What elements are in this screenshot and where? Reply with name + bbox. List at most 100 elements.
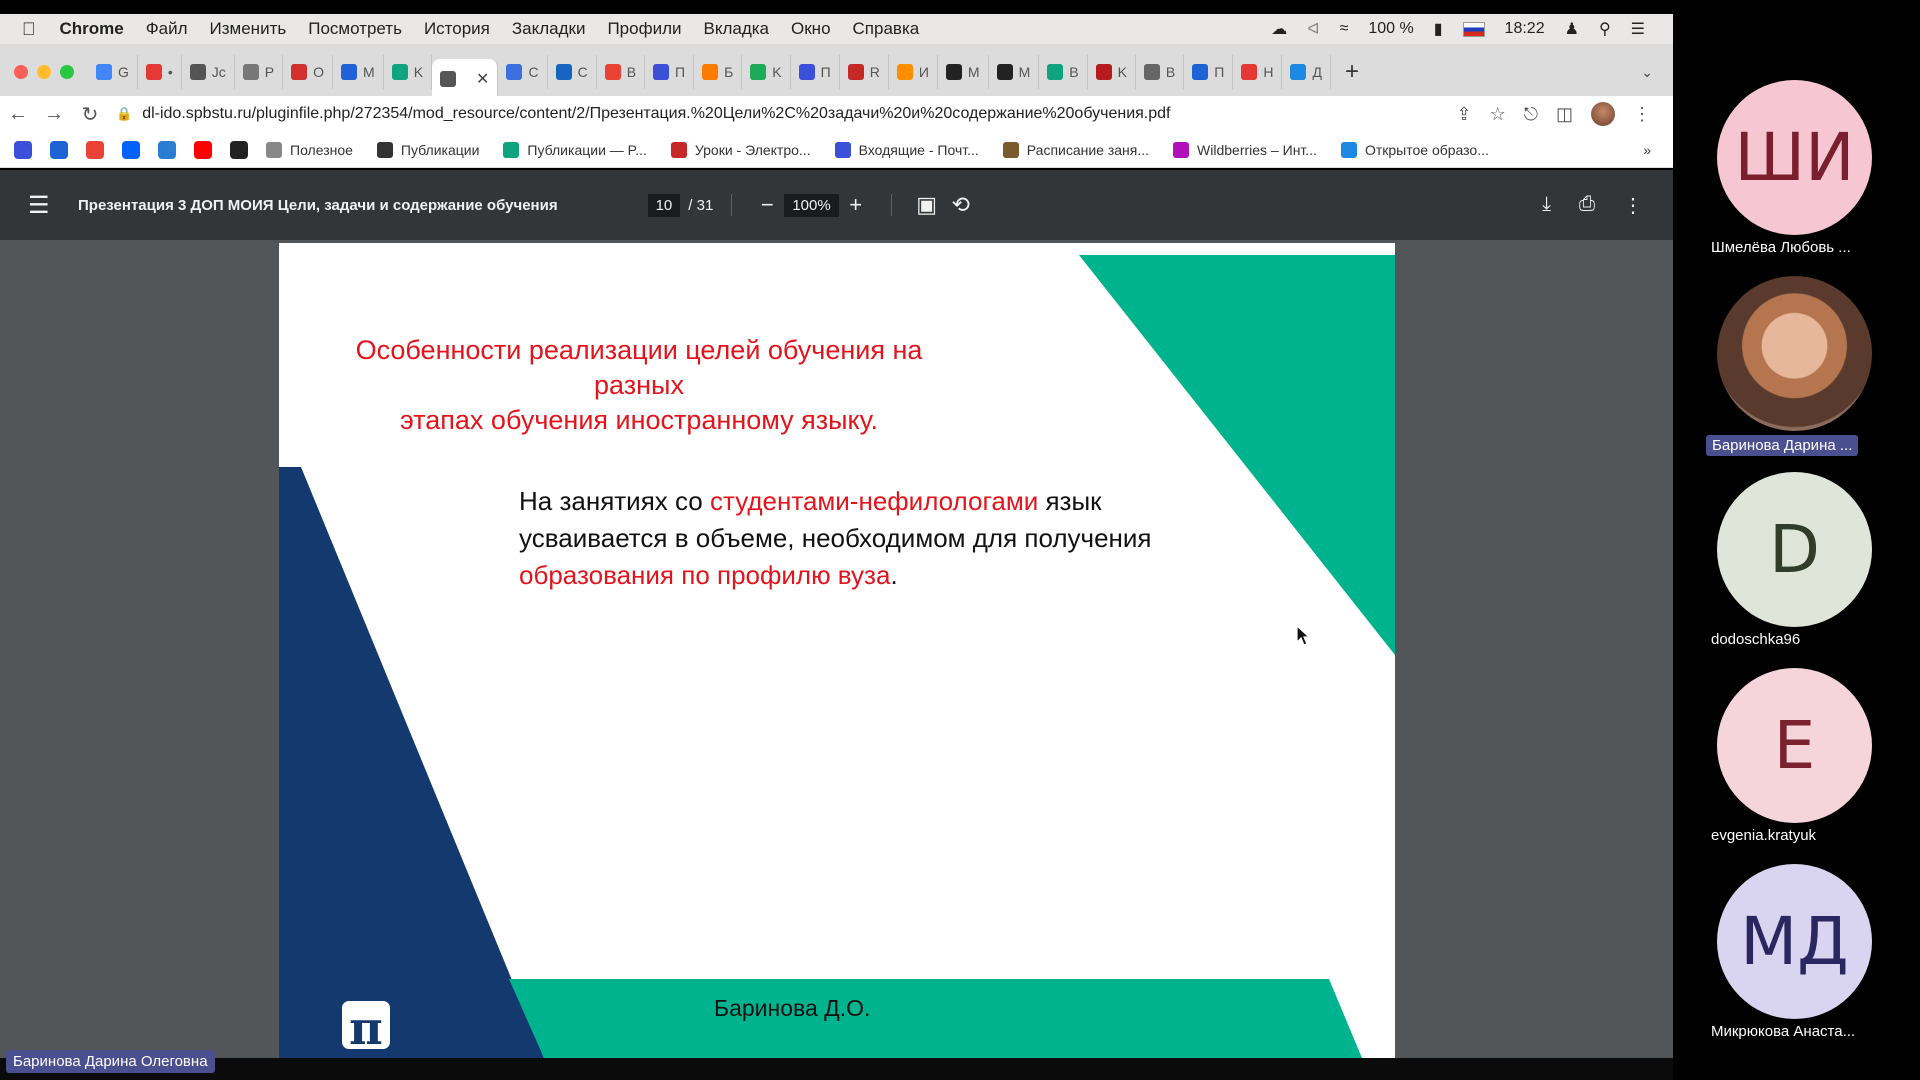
menu-profiles[interactable]: Профили [607, 19, 681, 39]
zoom-window-button[interactable] [60, 65, 74, 79]
browser-tab[interactable]: B [1039, 55, 1088, 89]
bookmark-item[interactable]: Расписание заня... [1002, 141, 1149, 158]
download-icon[interactable]: ⤓ [1542, 193, 1551, 218]
browser-tab[interactable]: M [333, 55, 384, 89]
menu-edit[interactable]: Изменить [210, 19, 287, 39]
battery-text[interactable]: 100 % [1368, 20, 1413, 38]
back-arrow-icon[interactable]: ← [0, 103, 36, 126]
body-highlight-1: студентами-нефилологами [710, 486, 1039, 516]
tab-favicon-icon [291, 64, 308, 80]
browser-tab[interactable]: C [498, 55, 548, 89]
toolbar-divider [731, 194, 733, 216]
rotate-icon[interactable]: ⟲ [944, 192, 978, 218]
browser-tab[interactable]: B [597, 55, 646, 89]
user-icon[interactable]: ♟ [1565, 19, 1579, 39]
bookmarks-overflow-icon[interactable]: » [1643, 142, 1651, 158]
close-window-button[interactable] [14, 65, 28, 79]
lock-icon[interactable]: 🔒 [116, 106, 132, 122]
participant-tile[interactable]: Eevgenia.kratyuk [1673, 658, 1920, 854]
reload-icon[interactable]: ↻ [72, 102, 108, 127]
menu-help[interactable]: Справка [853, 19, 920, 39]
browser-tab[interactable]: Б [694, 55, 743, 89]
browser-tab[interactable]: П [645, 55, 695, 89]
tab-active[interactable]: ✕ [432, 59, 499, 99]
browser-tab[interactable]: • [138, 55, 182, 89]
browser-tab[interactable]: M [938, 55, 989, 89]
browser-tab[interactable]: Д [1282, 55, 1331, 89]
extensions-puzzle-icon[interactable]: ⎋ [1524, 104, 1538, 125]
spotlight-search-icon[interactable]: ⚲ [1599, 19, 1611, 39]
browser-tab[interactable]: M [989, 55, 1040, 89]
bookmark-item[interactable]: Открытое образо... [1340, 141, 1489, 158]
menu-bookmarks[interactable]: Закладки [512, 19, 586, 39]
menu-tab[interactable]: Вкладка [703, 19, 769, 39]
active-speaker-label: Баринова Дарина Олеговна [6, 1050, 215, 1073]
bluetooth-icon[interactable]: ᐊ [1307, 19, 1319, 39]
pdf-viewer-area[interactable]: Особенности реализации целей обучения на… [0, 240, 1673, 1058]
wifi-icon[interactable]: ≈ [1340, 20, 1349, 38]
zoom-in-button[interactable]: + [839, 192, 873, 218]
browser-tab[interactable]: K [1088, 55, 1136, 89]
bookmark-item[interactable]: Полезное [266, 141, 353, 158]
profile-avatar[interactable] [1591, 102, 1615, 126]
zoom-out-button[interactable]: − [750, 192, 784, 218]
clock[interactable]: 18:22 [1505, 20, 1545, 38]
fit-to-page-icon[interactable]: ▣ [910, 192, 944, 218]
pdf-more-icon[interactable]: ⋮ [1623, 193, 1643, 218]
cloud-icon[interactable]: ☁ [1271, 19, 1287, 39]
browser-tab[interactable]: Jc [182, 55, 235, 89]
menu-history[interactable]: История [424, 19, 490, 39]
new-tab-button[interactable]: + [1345, 58, 1359, 86]
browser-tab[interactable]: И [889, 55, 938, 89]
participant-tile[interactable]: ШИ Шмелёва Любовь ... [1673, 70, 1920, 266]
participant-tile[interactable]: Ddodoschka96 [1673, 462, 1920, 658]
browser-tab[interactable]: H [1233, 55, 1283, 89]
url-input[interactable]: 🔒 dl-ido.spbstu.ru/pluginfile.php/272354… [116, 99, 1449, 129]
browser-tab[interactable]: G [88, 55, 138, 89]
browser-tab[interactable]: П [791, 55, 840, 89]
bookmark-icon-dropbox[interactable] [122, 140, 140, 159]
browser-tab[interactable]: K [742, 55, 791, 89]
side-panel-icon[interactable]: ◫ [1556, 104, 1573, 125]
bookmark-star-icon[interactable]: ☆ [1490, 104, 1506, 125]
chrome-menu-icon[interactable]: ⋮ [1633, 104, 1651, 125]
russian-flag-icon[interactable] [1462, 21, 1485, 37]
browser-tab[interactable]: P [235, 55, 284, 89]
close-tab-icon[interactable]: ✕ [476, 69, 489, 89]
participant-tile[interactable]: Баринова Дарина ... [1673, 266, 1920, 462]
browser-tab[interactable]: B [1136, 55, 1185, 89]
bookmark-icon-gmail[interactable] [86, 140, 104, 159]
bookmark-item[interactable]: Публикации [376, 141, 479, 158]
browser-tab[interactable]: R [840, 55, 889, 89]
menu-app-name[interactable]: Chrome [60, 19, 124, 39]
control-center-icon[interactable]: ☰ [1631, 19, 1645, 39]
bookmark-item[interactable]: Уроки - Электро... [670, 141, 811, 158]
bookmark-icon-wiki[interactable] [158, 140, 176, 159]
menu-view[interactable]: Посмотреть [308, 19, 402, 39]
participant-tile[interactable]: МД Микрюкова Анаста... [1673, 854, 1920, 1050]
menu-window[interactable]: Окно [791, 19, 831, 39]
bookmark-icon-k[interactable] [230, 140, 248, 159]
print-icon[interactable]: ⎙ [1579, 193, 1595, 218]
pdf-sidebar-menu-icon[interactable]: ☰ [28, 191, 58, 220]
zoom-level-input[interactable]: 100% [784, 193, 839, 217]
share-icon[interactable]: ⇪ [1457, 104, 1472, 125]
minimize-window-button[interactable] [37, 65, 51, 79]
tab-search-chevron-icon[interactable]: ⌄ [1641, 64, 1653, 81]
forward-arrow-icon[interactable]: → [36, 103, 72, 126]
browser-tab[interactable]: K [384, 55, 433, 89]
bookmark-icon-chat[interactable] [50, 140, 68, 159]
bookmark-item[interactable]: Входящие - Почт... [834, 141, 979, 158]
bookmark-item[interactable]: Публикации — P... [503, 141, 647, 158]
bookmark-item[interactable]: Wildberries – Инт... [1173, 141, 1317, 158]
battery-icon[interactable]: ▮ [1434, 19, 1443, 39]
apple-icon[interactable]:  [22, 19, 36, 40]
browser-tab[interactable]: П [1184, 55, 1234, 89]
bookmark-icon-youtube[interactable] [194, 140, 212, 159]
browser-tab[interactable]: O [283, 55, 334, 89]
page-number-input[interactable]: 10 [647, 193, 681, 217]
menu-file[interactable]: Файл [146, 19, 188, 39]
bookmark-icon-mail[interactable] [14, 140, 32, 159]
page-indicator: 10 / 31 [647, 193, 713, 217]
browser-tab[interactable]: C [548, 55, 597, 89]
